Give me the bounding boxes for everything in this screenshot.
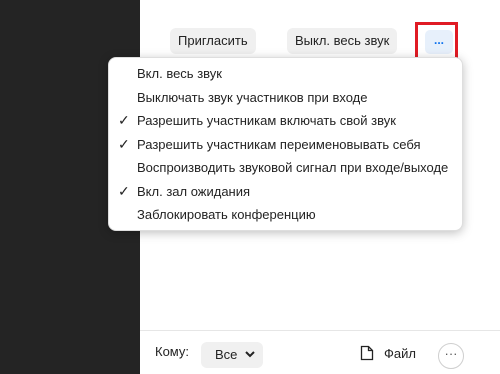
menu-item-label: Заблокировать конференцию — [137, 207, 316, 222]
menu-item-label: Воспроизводить звуковой сигнал при входе… — [137, 160, 449, 175]
menu-item-allow-rename[interactable]: ✓ Разрешить участникам переименовывать с… — [109, 133, 462, 157]
menu-item-label: Выключать звук участников при входе — [137, 89, 368, 105]
menu-item-label: Вкл. весь звук — [137, 66, 222, 81]
menu-item-label: Разрешить участникам переименовывать себ… — [137, 136, 421, 152]
mute-all-button[interactable]: Выкл. весь звук — [287, 28, 398, 54]
file-icon — [360, 345, 374, 364]
invite-button[interactable]: Пригласить — [170, 28, 256, 54]
checkmark-icon: ✓ — [118, 135, 130, 152]
file-label: Файл — [384, 346, 416, 361]
chat-more-button[interactable]: ··· — [438, 343, 464, 369]
checkmark-icon: ✓ — [118, 182, 130, 199]
menu-item-waiting-room[interactable]: ✓ Вкл. зал ожидания — [109, 180, 462, 204]
menu-item-lock-meeting[interactable]: Заблокировать конференцию — [109, 203, 462, 227]
recipient-value: Все — [215, 347, 238, 362]
chevron-down-icon — [245, 348, 255, 363]
menu-item-unmute-all[interactable]: Вкл. весь звук — [109, 62, 462, 86]
menu-item-label: Разрешить участникам включать свой звук — [137, 113, 396, 128]
menu-item-mute-on-entry[interactable]: Выключать звук участников при входе — [109, 86, 462, 110]
more-options-menu: Вкл. весь звук Выключать звук участников… — [108, 57, 463, 231]
menu-item-entry-exit-chime[interactable]: Воспроизводить звуковой сигнал при входе… — [109, 156, 462, 180]
to-label: Кому: — [155, 344, 189, 359]
menu-item-label: Вкл. зал ожидания — [137, 183, 251, 199]
footer-divider — [140, 330, 500, 331]
recipient-select[interactable]: Все — [201, 342, 263, 368]
checkmark-icon: ✓ — [118, 112, 130, 128]
menu-item-allow-unmute[interactable]: ✓ Разрешить участникам включать свой зву… — [109, 109, 462, 133]
